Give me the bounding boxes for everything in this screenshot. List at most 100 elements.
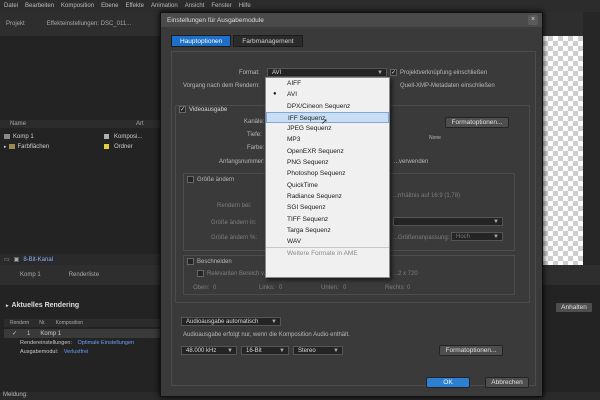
format-dropdown: AIFF AVI ● DPX/Cineon Sequenz IFF Sequenz ➚ JP… bbox=[265, 77, 390, 278]
col-name[interactable]: Name bbox=[10, 121, 26, 127]
col-composition[interactable]: Komposition bbox=[56, 320, 84, 326]
video-output-label: Videoausgabe bbox=[189, 107, 228, 113]
menu-item-fenster[interactable]: Fenster bbox=[211, 3, 231, 9]
chevron-down-icon: ▼ bbox=[227, 348, 233, 354]
format-option[interactable]: MP3 bbox=[266, 134, 389, 145]
format-option[interactable]: AVI ● bbox=[266, 89, 389, 100]
status-label: Meldung: bbox=[3, 392, 28, 398]
audio-format-options-button[interactable]: Formatoptionen... bbox=[439, 345, 503, 356]
tab-color-management[interactable]: Farbmanagement bbox=[233, 35, 303, 47]
format-option[interactable]: IFF Sequenz ➚ bbox=[266, 111, 389, 126]
format-select[interactable]: AVI ▼ bbox=[267, 68, 387, 77]
format-option[interactable]: JPEG Sequenz bbox=[266, 123, 389, 134]
col-type[interactable]: Art bbox=[136, 121, 144, 127]
tab-effect-settings[interactable]: Effekteinstellungen: DSC_011... bbox=[47, 21, 132, 27]
expand-triangle-icon[interactable]: ▸ bbox=[4, 144, 7, 150]
render-at-label: Rendern bei: bbox=[217, 203, 252, 209]
menu-item-ansicht[interactable]: Ansicht bbox=[185, 3, 205, 9]
format-option[interactable]: WAV bbox=[266, 236, 389, 247]
format-option[interactable]: SGI Sequenz bbox=[266, 202, 389, 213]
menu-item-animation[interactable]: Animation bbox=[151, 3, 178, 9]
resize-preset-select[interactable]: ▼ bbox=[393, 217, 503, 226]
format-option[interactable]: AIFF bbox=[266, 78, 389, 89]
selected-bullet-icon: ● bbox=[273, 91, 277, 98]
chevron-down-icon: ▼ bbox=[271, 319, 277, 325]
resize-checkbox[interactable] bbox=[187, 176, 194, 183]
crop-checkbox[interactable] bbox=[187, 258, 194, 265]
project-tabbar: Projekt Effekteinstellungen: DSC_011... bbox=[0, 12, 160, 36]
format-option[interactable]: DPX/Cineon Sequenz bbox=[266, 101, 389, 112]
format-option[interactable]: Targa Sequenz bbox=[266, 225, 389, 236]
menu-item-ebene[interactable]: Ebene bbox=[101, 3, 118, 9]
project-item[interactable]: Komp 1 Komposi... bbox=[4, 132, 160, 141]
resize-label: Größe ändern bbox=[197, 177, 235, 183]
expand-triangle-icon[interactable]: ▸ bbox=[6, 303, 9, 309]
output-module-row: Ausgabemodul: Verlustfrei bbox=[20, 349, 160, 357]
tab-main-options[interactable]: Hauptoptionen bbox=[171, 35, 232, 47]
format-option[interactable]: Radiance Sequenz bbox=[266, 191, 389, 202]
tab-render-queue[interactable]: Renderliste bbox=[69, 272, 99, 278]
format-label: Format: bbox=[239, 70, 260, 76]
crop-bottom-label: Unten: bbox=[321, 285, 339, 291]
project-panel: Projekt Effekteinstellungen: DSC_011... … bbox=[0, 12, 160, 265]
format-option[interactable]: Photoshop Sequenz bbox=[266, 168, 389, 179]
depth-label: Tiefe: bbox=[247, 132, 262, 138]
chevron-down-icon: ▼ bbox=[377, 70, 383, 76]
render-settings-link[interactable]: Optimale Einstellungen bbox=[78, 340, 135, 346]
bit-depth[interactable]: 8-Bit-Kanal bbox=[23, 257, 53, 263]
audio-hint: Audioausgabe erfolgt nur, wenn die Kompo… bbox=[183, 332, 350, 338]
audio-mode-value: Audioausgabe automatisch bbox=[186, 319, 259, 325]
format-option[interactable]: TIFF Sequenz bbox=[266, 214, 389, 225]
label-color-icon bbox=[104, 144, 109, 149]
menu-item-effekte[interactable]: Effekte bbox=[125, 3, 144, 9]
chevron-down-icon: ▼ bbox=[493, 234, 499, 240]
close-icon[interactable]: × bbox=[528, 15, 538, 25]
audio-channels-select[interactable]: Stereo ▼ bbox=[293, 346, 343, 355]
stop-button[interactable]: Anhalten bbox=[555, 302, 593, 313]
crop-top-value[interactable]: 0 bbox=[213, 285, 216, 291]
cancel-button[interactable]: Abbrechen bbox=[485, 377, 529, 388]
render-row[interactable]: ✓ 1 Komp 1 bbox=[4, 329, 164, 338]
project-footer: ▭ ▣ 8-Bit-Kanal bbox=[0, 254, 160, 265]
region-checkbox[interactable] bbox=[197, 270, 204, 277]
menu-item-komposition[interactable]: Komposition bbox=[61, 3, 94, 9]
crop-right-value[interactable]: 0 bbox=[407, 285, 410, 291]
chevron-down-icon: ▼ bbox=[493, 219, 499, 225]
crop-bottom-value[interactable]: 0 bbox=[343, 285, 346, 291]
item-type: Komposi... bbox=[114, 133, 143, 140]
format-options-button[interactable]: Formatoptionen... bbox=[445, 117, 509, 128]
scale-quality-label: ...Größenanpassung: bbox=[393, 235, 450, 241]
channels-label: Kanäle: bbox=[244, 119, 265, 125]
project-link-checkbox[interactable]: ✓ bbox=[390, 69, 397, 76]
format-option[interactable]: QuickTime bbox=[266, 180, 389, 191]
format-value: AVI bbox=[272, 70, 282, 76]
audio-bits-value: 16-Bit bbox=[246, 348, 262, 354]
crop-left-value[interactable]: 0 bbox=[279, 285, 282, 291]
menu-item-datei[interactable]: Datei bbox=[4, 3, 18, 9]
format-option[interactable]: PNG Sequenz bbox=[266, 157, 389, 168]
tab-project[interactable]: Projekt bbox=[6, 21, 25, 27]
scale-quality-value: Hoch bbox=[456, 234, 471, 240]
current-render-title: ▸ Aktuelles Rendering bbox=[6, 302, 80, 309]
crop-left-label: Links: bbox=[259, 285, 275, 291]
menu-item-hilfe[interactable]: Hilfe bbox=[239, 3, 251, 9]
audio-bits-select[interactable]: 16-Bit ▼ bbox=[241, 346, 289, 355]
audio-mode-select[interactable]: Audioausgabe automatisch ▼ bbox=[181, 317, 281, 326]
tab-comp[interactable]: Komp 1 bbox=[20, 272, 41, 278]
comp-icon bbox=[4, 134, 10, 139]
col-number[interactable]: Nr. bbox=[39, 320, 45, 326]
ok-button[interactable]: OK bbox=[426, 377, 470, 388]
project-item[interactable]: ▸ Farbflächen Ordner bbox=[4, 142, 160, 151]
audio-rate-select[interactable]: 48.000 kHz ▼ bbox=[181, 346, 237, 355]
scale-quality-select[interactable]: Hoch ▼ bbox=[451, 232, 503, 241]
new-comp-icon[interactable]: ▣ bbox=[14, 256, 20, 263]
render-settings-row: Rendereinstellungen: Optimale Einstellun… bbox=[20, 340, 160, 348]
new-folder-icon[interactable]: ▭ bbox=[4, 256, 10, 263]
format-option[interactable]: OpenEXR Sequenz bbox=[266, 146, 389, 157]
menu-item-bearbeiten[interactable]: Bearbeiten bbox=[25, 3, 54, 9]
col-render[interactable]: Rendern bbox=[10, 320, 29, 326]
render-checkbox[interactable]: ✓ bbox=[12, 330, 17, 337]
output-module-link[interactable]: Verlustfrei bbox=[64, 349, 88, 355]
dialog-tabs: Hauptoptionen Farbmanagement bbox=[171, 35, 303, 47]
video-output-checkbox[interactable]: ✓ bbox=[179, 106, 186, 113]
